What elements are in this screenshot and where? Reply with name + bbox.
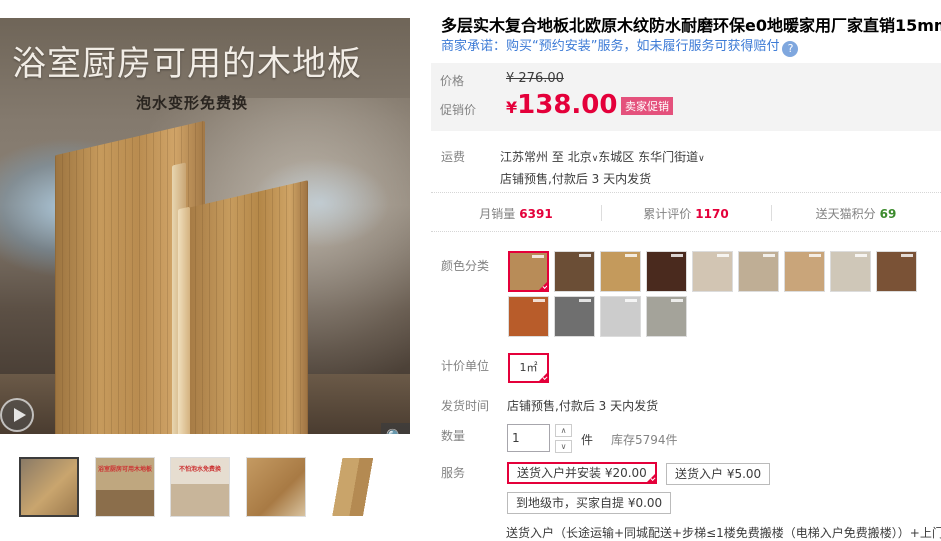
district-value: 东城区 [598,150,635,164]
product-title: 多层实木复合地板北欧原木纹防水耐磨环保e0地暖家用厂家直销15mm [441,16,941,35]
monthly-sales-value: 6391 [519,207,553,221]
street-value: 东华门街道 [638,150,699,164]
wood-plank-front [188,180,308,434]
ship-from: 江苏常州 [500,150,549,164]
color-swatch[interactable] [554,251,595,292]
quantity-label: 数量 [441,429,466,443]
monthly-sales: 月销量 6391 [431,205,601,222]
merchant-promise[interactable]: 商家承诺：购买“预约安装”服务，如未履行服务可获得赔付? [441,35,799,57]
promo-badge: 卖家促销 [621,97,673,115]
promo-price-value: 138.00 [517,90,618,120]
color-swatch[interactable] [830,251,871,292]
merchant-promise-text: 商家承诺：购买“预约安装”服务，如未履行服务可获得赔付 [441,39,780,54]
currency-symbol: ¥ [506,98,518,117]
city-value: 北京 [567,150,592,164]
thumbnail-strip: 浴室厨房可用木地板 不怕泡水免费换 [19,457,419,517]
help-question-icon[interactable]: ? [782,41,799,57]
promo-price-label: 促销价 [440,103,477,117]
unit-label: 计价单位 [441,359,490,373]
color-swatch[interactable] [508,251,549,292]
price-panel: 价格 ¥ 276.00 促销价 ¥138.00 卖家促销 [431,63,941,131]
thumbnail-caption: 不怕泡水免费换 [178,466,221,473]
ship-to-prefix: 至 [551,150,564,164]
selected-check-icon [538,372,548,382]
image-headline: 浴室厨房可用的木地板 [12,44,362,84]
shipping-note: 店铺预售,付款后 3 天内发货 [500,172,652,186]
color-label: 颜色分类 [441,259,490,273]
color-swatch[interactable] [600,251,641,292]
color-swatch[interactable] [646,296,687,337]
color-swatch[interactable] [646,251,687,292]
image-subhead: 泡水变形免费换 [136,94,249,112]
delivery-value: 店铺预售,付款后 3 天内发货 [507,399,659,413]
thumbnail-4[interactable] [246,457,306,517]
unit-option[interactable]: 1㎡ [508,353,549,383]
thumbnail-5[interactable] [321,457,381,517]
unit-value: 1㎡ [519,361,538,374]
sales-stats: 月销量 6391 累计评价 1170 送天猫积分 69 [431,192,941,232]
service-option-delivery[interactable]: 送货入户 ¥5.00 [666,463,771,485]
tmall-points-label: 送天猫积分 [815,207,876,221]
shipping-label: 运费 [441,150,466,164]
delivery-label: 发货时间 [441,399,490,413]
color-swatch[interactable] [508,296,549,337]
stock-count: 库存5794件 [611,433,678,447]
original-price: ¥ 276.00 [506,71,564,86]
street-select[interactable]: 东华门街道∨ [638,150,705,164]
review-count-value: 1170 [695,207,729,221]
tmall-points-value: 69 [879,207,897,221]
service-option-pickup[interactable]: 到地级市，买家自提 ¥0.00 [507,492,672,514]
decrease-icon[interactable]: ∨ [555,440,572,453]
city-select[interactable]: 北京∨ [568,150,599,164]
increase-icon[interactable]: ∧ [555,424,572,437]
price-label: 价格 [440,74,465,88]
color-swatch[interactable] [692,251,733,292]
quantity-input[interactable]: 1 [507,424,550,452]
color-swatch[interactable] [738,251,779,292]
play-video-icon[interactable] [0,398,34,432]
quantity-unit: 件 [581,433,594,447]
service-option-label: 送货入户并安装 ¥20.00 [517,466,647,480]
service-option-install[interactable]: 送货入户并安装 ¥20.00 [507,462,657,484]
color-swatch[interactable] [554,296,595,337]
color-swatch[interactable] [600,296,641,337]
review-count[interactable]: 累计评价 1170 [601,205,771,222]
promo-price: ¥138.00 [506,90,617,120]
chevron-down-icon: ∨ [698,154,705,164]
selected-check-icon [645,473,656,483]
service-label: 服务 [441,466,466,480]
review-count-label: 累计评价 [643,207,692,221]
thumbnail-2[interactable]: 浴室厨房可用木地板 [95,457,155,517]
thumbnail-1[interactable] [19,457,79,517]
service-option-label: 到地级市，买家自提 ¥0.00 [516,496,663,510]
district-select[interactable]: 东城区 [598,150,634,164]
zoom-magnifier-icon[interactable]: 🔍 [381,423,410,434]
monthly-sales-label: 月销量 [479,207,516,221]
selected-check-icon [538,281,547,290]
shipping-destination: 江苏常州 至 北京∨东城区 东华门街道∨ [500,148,705,165]
wood-plank-edge [178,206,190,434]
tmall-points: 送天猫积分 69 [771,205,941,222]
service-description: 送货入户（长途运输+同城配送+步梯≤1楼免费搬楼（电梯入户免费搬楼））+上门 [506,526,941,540]
service-option-label: 送货入户 ¥5.00 [675,467,762,481]
thumbnail-3[interactable]: 不怕泡水免费换 [170,457,230,517]
color-swatch[interactable] [876,251,917,292]
main-product-image[interactable]: 浴室厨房可用的木地板 泡水变形免费换 🔍 [0,18,410,434]
color-swatch[interactable] [784,251,825,292]
thumbnail-caption: 浴室厨房可用木地板 [97,466,152,473]
